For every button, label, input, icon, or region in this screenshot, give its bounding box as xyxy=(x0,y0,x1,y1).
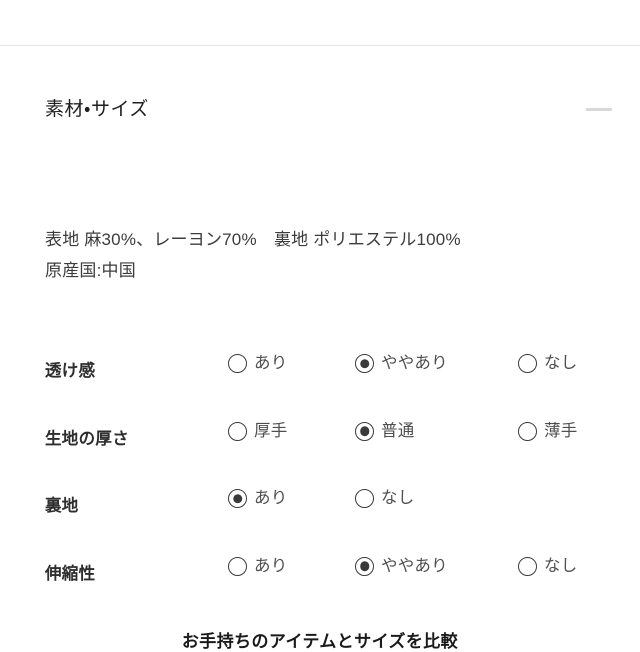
radio-option-label: 普通 xyxy=(381,421,415,440)
attribute-table: 透け感 あり ややあり なし 生地の厚さ 厚手 普通 薄手 裏地 あり なし 伸… xyxy=(0,348,640,618)
radio-option-label: あり xyxy=(254,354,288,372)
attribute-label: 裏地 xyxy=(45,497,79,515)
attribute-row-fabric-thickness: 生地の厚さ 厚手 普通 薄手 xyxy=(0,416,640,484)
radio-option[interactable]: 普通 xyxy=(355,421,415,441)
radio-option[interactable]: なし xyxy=(355,489,414,508)
radio-option-label: 厚手 xyxy=(254,421,288,440)
attribute-options: あり ややあり なし xyxy=(228,551,628,591)
radio-icon[interactable] xyxy=(355,489,374,508)
radio-option[interactable]: 厚手 xyxy=(228,421,288,441)
attribute-label: 透け感 xyxy=(45,362,96,380)
radio-option-label: 薄手 xyxy=(544,421,578,440)
minus-icon[interactable] xyxy=(586,100,612,118)
attribute-row-stretch: 伸縮性 あり ややあり なし xyxy=(0,551,640,619)
radio-icon[interactable] xyxy=(228,421,247,441)
radio-icon[interactable] xyxy=(518,421,537,441)
radio-icon-selected[interactable] xyxy=(355,556,374,576)
radio-icon[interactable] xyxy=(518,354,537,373)
attribute-options: 厚手 普通 薄手 xyxy=(228,416,628,456)
radio-icon-selected[interactable] xyxy=(355,421,374,441)
section-title: 素材・サイズ xyxy=(45,98,149,120)
radio-option[interactable]: あり xyxy=(228,354,287,373)
radio-icon[interactable] xyxy=(518,556,537,576)
radio-icon[interactable] xyxy=(228,556,247,576)
radio-icon[interactable] xyxy=(228,354,247,373)
radio-option-label: ややあり xyxy=(381,354,448,372)
radio-icon-selected[interactable] xyxy=(355,354,374,373)
radio-option-label: あり xyxy=(254,489,288,507)
material-composition: 表地 麻30%、レーヨン70% 裏地 ポリエステル100% xyxy=(45,230,461,249)
minus-icon-bar xyxy=(586,108,612,111)
radio-option[interactable]: ややあり xyxy=(355,556,448,576)
attribute-row-sheerness: 透け感 あり ややあり なし xyxy=(0,348,640,416)
material-size-section-header[interactable]: 素材・サイズ xyxy=(0,88,640,130)
radio-option[interactable]: なし xyxy=(518,556,578,576)
radio-option[interactable]: ややあり xyxy=(355,354,448,373)
radio-option-label: なし xyxy=(381,489,415,507)
attribute-row-lining: 裏地 あり なし xyxy=(0,483,640,551)
radio-option-label: ややあり xyxy=(381,556,448,575)
material-description: 表地 麻30%、レーヨン70% 裏地 ポリエステル100% 原産国:中国 xyxy=(45,224,605,286)
radio-option[interactable]: あり xyxy=(228,489,287,508)
product-detail-page: 素材・サイズ 表地 麻30%、レーヨン70% 裏地 ポリエステル100% 原産国… xyxy=(0,0,640,651)
radio-option-label: あり xyxy=(254,556,288,575)
attribute-options: あり なし xyxy=(228,483,628,523)
radio-option[interactable]: なし xyxy=(518,354,577,373)
attribute-label: 生地の厚さ xyxy=(45,429,129,448)
attribute-options: あり ややあり なし xyxy=(228,348,628,388)
radio-option-label: なし xyxy=(544,556,578,575)
attribute-label: 伸縮性 xyxy=(45,564,96,583)
radio-icon-selected[interactable] xyxy=(228,489,247,508)
radio-option[interactable]: 薄手 xyxy=(518,421,578,441)
radio-option[interactable]: あり xyxy=(228,556,288,576)
material-origin: 原産国:中国 xyxy=(45,261,136,280)
top-divider xyxy=(0,45,640,46)
radio-option-label: なし xyxy=(544,354,578,372)
